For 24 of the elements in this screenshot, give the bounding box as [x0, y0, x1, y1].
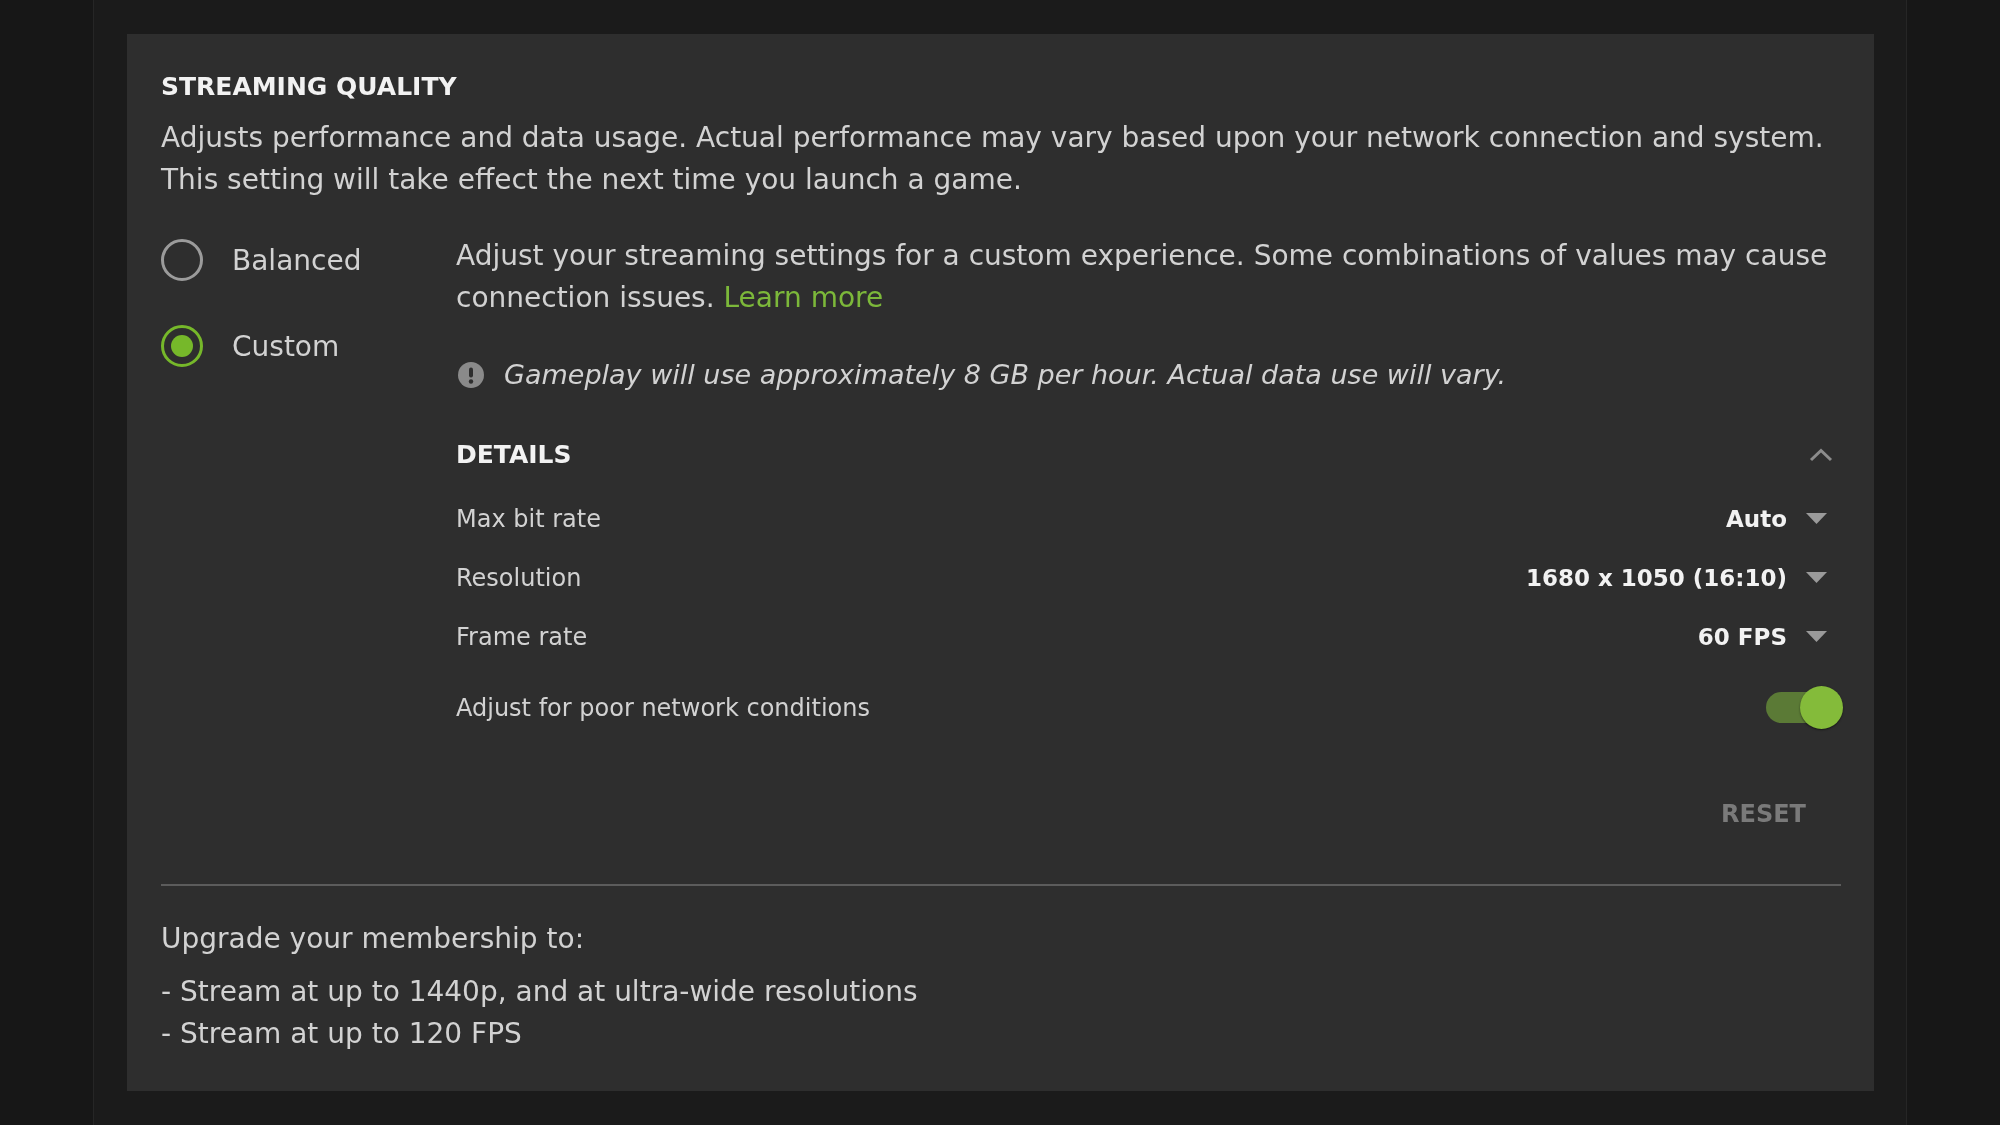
chevron-up-icon[interactable] — [1809, 448, 1833, 462]
upgrade-benefit: - Stream at up to 1440p, and at ultra-wide resolutions — [161, 974, 919, 1010]
dropdown[interactable]: 1680 x 1050 (16:10) — [1525, 564, 1827, 591]
learn-more-link[interactable]: Learn more — [723, 281, 884, 314]
data-usage-note: Gameplay will use approximately 8 GB per hour. Actual data use will vary. — [504, 358, 1507, 392]
toggle-switch[interactable] — [1766, 686, 1843, 729]
setting-label: Adjust for poor network conditions — [456, 693, 870, 722]
radio-option[interactable]: Balanced — [161, 238, 362, 282]
upgrade-heading: Upgrade your membership to: — [161, 921, 586, 957]
exclamation-circle-icon — [458, 362, 484, 388]
section-title: STREAMING QUALITY — [161, 71, 458, 103]
setting-label: Resolution — [456, 563, 582, 592]
caret-down-icon — [1806, 631, 1827, 642]
section-description: Adjusts performance and data usage. Actual performance may vary based upon your network connection and system. This setting will take effect the next time you launch a game. — [161, 120, 1825, 198]
custom-description: Adjust your streaming settings for a custom experience. Some combinations of values may cause connection issues. Learn more — [456, 238, 1829, 316]
radio-option[interactable]: Custom — [161, 324, 340, 368]
setting-label: Frame rate — [456, 622, 588, 651]
upgrade-benefit: - Stream at up to 120 FPS — [161, 1016, 523, 1052]
dropdown[interactable]: Auto — [1726, 505, 1827, 532]
caret-down-icon — [1806, 572, 1827, 583]
setting-label: Max bit rate — [456, 504, 601, 533]
dropdown[interactable]: 60 FPS — [1697, 623, 1827, 650]
caret-down-icon — [1806, 513, 1827, 524]
details-heading: DETAILS — [456, 439, 572, 471]
